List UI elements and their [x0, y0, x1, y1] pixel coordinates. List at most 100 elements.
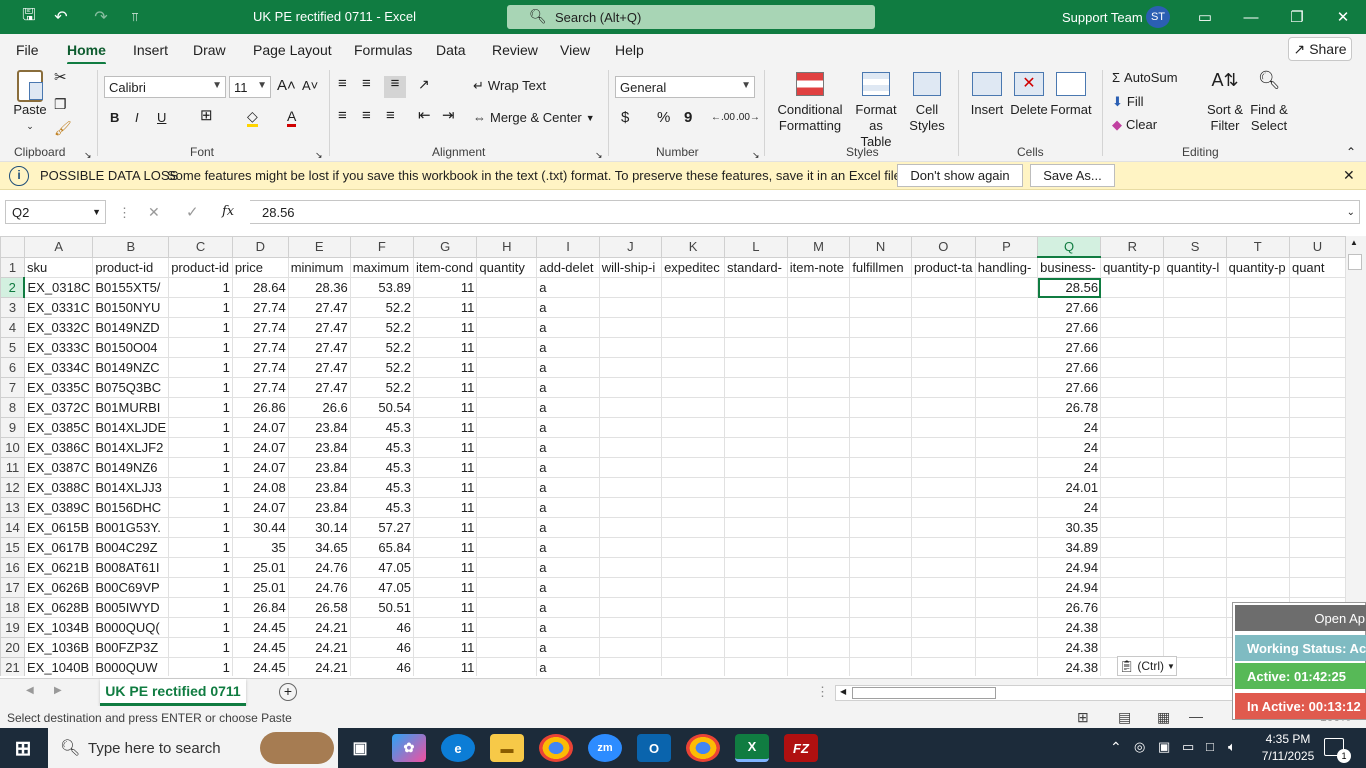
column-header[interactable]: K: [661, 236, 726, 258]
table-cell[interactable]: [910, 517, 976, 538]
table-cell[interactable]: [1163, 517, 1227, 538]
table-cell[interactable]: [1163, 457, 1227, 478]
table-cell[interactable]: [1100, 337, 1165, 358]
underline-icon[interactable]: U: [157, 110, 166, 126]
table-cell[interactable]: [598, 377, 663, 398]
column-header[interactable]: S: [1163, 236, 1227, 258]
paste-button[interactable]: Paste ⌄: [12, 70, 48, 131]
table-cell[interactable]: [786, 477, 851, 498]
table-cell[interactable]: 27.66: [1037, 337, 1102, 358]
table-cell[interactable]: 24.45: [231, 637, 289, 658]
table-cell[interactable]: [598, 417, 663, 438]
table-cell[interactable]: [974, 337, 1039, 358]
table-cell[interactable]: 45.3: [349, 457, 414, 478]
table-cell[interactable]: [849, 317, 912, 338]
table-cell[interactable]: a: [536, 637, 600, 658]
table-cell[interactable]: 50.51: [349, 597, 414, 618]
increase-decimal-icon[interactable]: ←.00: [711, 110, 735, 126]
table-cell[interactable]: 11: [412, 457, 478, 478]
table-cell[interactable]: [1100, 537, 1165, 558]
table-cell[interactable]: 1: [168, 337, 233, 358]
header-cell[interactable]: quantity-l: [1163, 256, 1227, 278]
align-center-icon[interactable]: ≡: [362, 108, 371, 124]
table-cell[interactable]: 24.07: [231, 437, 289, 458]
align-middle-icon[interactable]: ≡: [362, 76, 371, 92]
table-cell[interactable]: [1163, 537, 1227, 558]
tab-insert[interactable]: Insert: [133, 42, 168, 58]
column-header[interactable]: Q: [1037, 236, 1102, 258]
table-cell[interactable]: 24.38: [1037, 617, 1102, 638]
table-cell[interactable]: 26.6: [287, 397, 351, 418]
header-cell[interactable]: product-id: [168, 256, 233, 278]
table-cell[interactable]: [974, 277, 1039, 298]
table-cell[interactable]: [910, 277, 976, 298]
table-cell[interactable]: [661, 597, 726, 618]
table-cell[interactable]: a: [536, 517, 600, 538]
table-cell[interactable]: [598, 617, 663, 638]
header-cell[interactable]: expeditec: [661, 256, 726, 278]
table-cell[interactable]: 1: [168, 637, 233, 658]
windows-start-icon[interactable]: ⊞: [6, 734, 40, 762]
table-cell[interactable]: 52.2: [349, 377, 414, 398]
table-cell[interactable]: 24.07: [231, 497, 289, 518]
select-all-corner[interactable]: [0, 236, 25, 258]
table-cell[interactable]: [476, 417, 538, 438]
table-cell[interactable]: [786, 397, 851, 418]
table-cell[interactable]: [849, 577, 912, 598]
table-cell[interactable]: [598, 297, 663, 318]
align-bottom-icon[interactable]: ≡: [384, 76, 406, 98]
table-cell[interactable]: [1288, 477, 1346, 498]
table-cell[interactable]: [849, 437, 912, 458]
table-cell[interactable]: [849, 277, 912, 298]
table-cell[interactable]: [910, 397, 976, 418]
header-cell[interactable]: handling-: [974, 256, 1039, 278]
table-cell[interactable]: EX_0617B: [23, 537, 94, 558]
table-cell[interactable]: [849, 397, 912, 418]
table-cell[interactable]: [786, 617, 851, 638]
table-cell[interactable]: 24.08: [231, 477, 289, 498]
table-cell[interactable]: [724, 557, 788, 578]
table-cell[interactable]: 30.35: [1037, 517, 1102, 538]
table-cell[interactable]: [1225, 457, 1290, 478]
table-cell[interactable]: [1225, 497, 1290, 518]
header-cell[interactable]: product-ta: [910, 256, 976, 278]
row-header[interactable]: 9: [0, 417, 25, 438]
table-cell[interactable]: 11: [412, 437, 478, 458]
clock[interactable]: 4:35 PM 7/11/2025: [1256, 731, 1320, 765]
table-cell[interactable]: 1: [168, 317, 233, 338]
table-cell[interactable]: 1: [168, 397, 233, 418]
prev-sheet-icon[interactable]: ◀: [26, 685, 34, 696]
table-cell[interactable]: [1288, 537, 1346, 558]
table-cell[interactable]: B01MURBI: [92, 397, 170, 418]
table-cell[interactable]: [476, 377, 538, 398]
table-cell[interactable]: [1288, 557, 1346, 578]
close-infobar-icon[interactable]: ✕: [1343, 167, 1355, 184]
table-cell[interactable]: [1225, 337, 1290, 358]
table-cell[interactable]: [849, 377, 912, 398]
header-cell[interactable]: item-note: [786, 256, 851, 278]
table-cell[interactable]: [1163, 337, 1227, 358]
table-cell[interactable]: 52.2: [349, 337, 414, 358]
expand-formula-icon[interactable]: ⌄: [1347, 207, 1355, 218]
table-cell[interactable]: [974, 397, 1039, 418]
table-cell[interactable]: [1225, 477, 1290, 498]
table-cell[interactable]: 46: [349, 617, 414, 638]
table-cell[interactable]: 11: [412, 577, 478, 598]
table-cell[interactable]: [910, 297, 976, 318]
format-cells-button[interactable]: Format: [1050, 72, 1092, 118]
table-cell[interactable]: [1100, 397, 1165, 418]
font-color-icon[interactable]: A: [287, 108, 297, 127]
font-size-select[interactable]: 11 ▼: [229, 76, 271, 98]
table-cell[interactable]: [724, 477, 788, 498]
table-cell[interactable]: [661, 297, 726, 318]
table-cell[interactable]: [724, 617, 788, 638]
tab-data[interactable]: Data: [436, 42, 466, 58]
table-cell[interactable]: [1100, 617, 1165, 638]
table-cell[interactable]: B0149NZ6: [92, 457, 170, 478]
column-header[interactable]: O: [910, 236, 976, 258]
table-cell[interactable]: a: [536, 297, 600, 318]
format-painter-icon[interactable]: 🖌︎: [54, 120, 72, 136]
table-cell[interactable]: [849, 537, 912, 558]
table-cell[interactable]: 45.3: [349, 497, 414, 518]
table-cell[interactable]: a: [536, 377, 600, 398]
